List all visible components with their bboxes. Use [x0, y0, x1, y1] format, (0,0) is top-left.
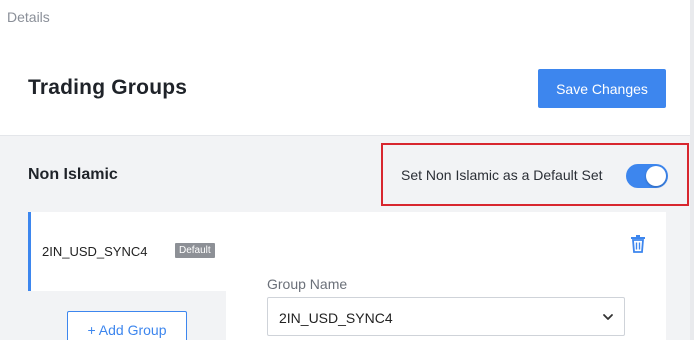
group-name-select[interactable]: 2IN_USD_SYNC4 — [267, 297, 625, 336]
save-changes-button[interactable]: Save Changes — [538, 69, 666, 108]
scrollbar-track[interactable] — [690, 0, 694, 340]
group-name-select-value: 2IN_USD_SYNC4 — [279, 310, 393, 326]
breadcrumb[interactable]: Details — [7, 9, 50, 25]
default-set-toggle[interactable] — [626, 164, 668, 188]
page-title: Trading Groups — [28, 76, 188, 99]
default-badge: Default — [175, 243, 215, 258]
trash-icon[interactable] — [630, 235, 646, 253]
page-header: Details Trading Groups Save Changes — [0, 0, 690, 136]
group-detail-panel: Group Name 2IN_USD_SYNC4 — [226, 212, 666, 340]
chevron-down-icon — [603, 314, 613, 320]
group-list-item-name: 2IN_USD_SYNC4 — [42, 244, 148, 259]
default-set-highlight: Set Non Islamic as a Default Set — [381, 143, 689, 206]
section-title: Non Islamic — [28, 166, 118, 183]
toggle-knob — [646, 166, 666, 186]
default-set-label: Set Non Islamic as a Default Set — [401, 167, 603, 183]
group-name-label: Group Name — [267, 276, 348, 292]
add-group-button[interactable]: + Add Group — [67, 311, 187, 340]
group-list-item[interactable]: 2IN_USD_SYNC4 Default — [28, 212, 228, 291]
